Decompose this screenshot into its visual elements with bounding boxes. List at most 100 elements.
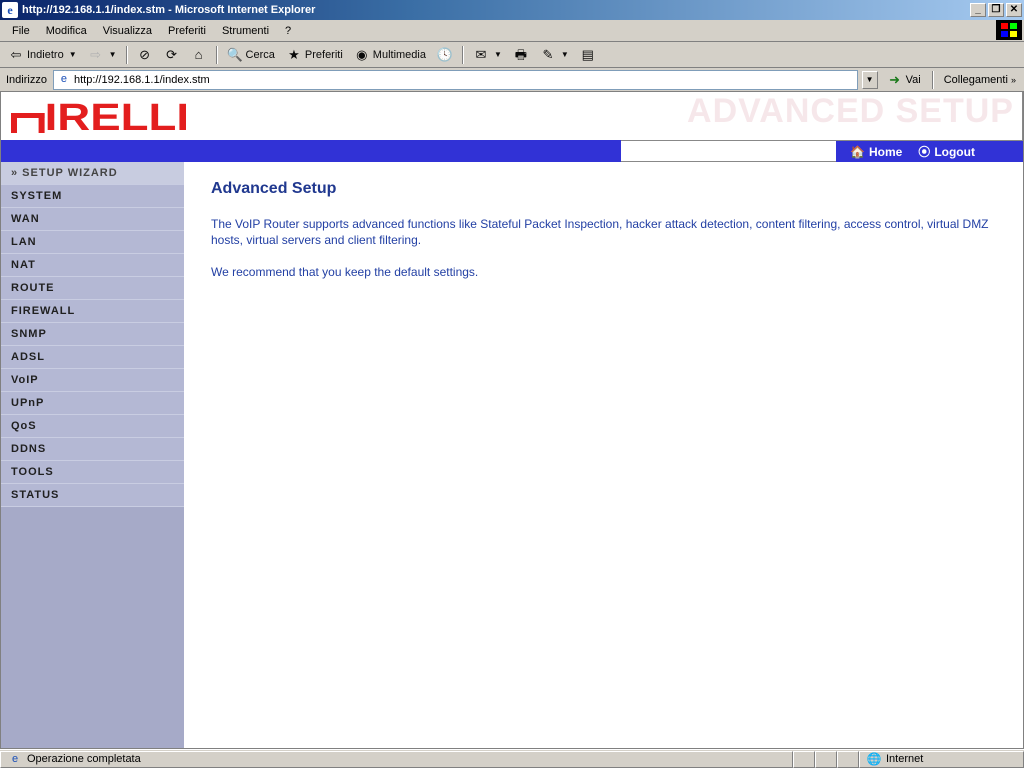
history-button[interactable]: 🕓	[433, 45, 457, 65]
sidebar-item-snmp[interactable]: SNMP	[1, 323, 184, 346]
status-bar: e Operazione completata 🌐 Internet	[0, 749, 1024, 768]
sidebar-item-setup-wizard[interactable]: » SETUP WIZARD	[1, 162, 184, 185]
sidebar-item-voip[interactable]: VoIP	[1, 369, 184, 392]
discuss-icon: ▤	[580, 47, 596, 63]
menu-file[interactable]: File	[4, 23, 38, 39]
page-icon: e	[56, 72, 72, 88]
content-row: » SETUP WIZARDSYSTEMWANLANNATROUTEFIREWA…	[1, 162, 1023, 748]
sidebar-item-tools[interactable]: TOOLS	[1, 461, 184, 484]
ie-app-icon: e	[2, 2, 18, 18]
nav-home[interactable]: 🏠 Home	[850, 145, 902, 159]
back-button[interactable]: ⇦ Indietro ▼	[4, 45, 81, 65]
standard-toolbar: ⇦ Indietro ▼ ⇨ ▼ ⊘ ⟳ ⌂ 🔍 Cerca ★ Preferi…	[0, 42, 1024, 68]
menu-view[interactable]: Visualizza	[95, 23, 160, 39]
status-main-pane: e Operazione completata	[0, 751, 793, 768]
home-icon: ⌂	[191, 47, 207, 63]
back-menu-arrow-icon[interactable]: ▼	[69, 50, 77, 59]
favorites-button[interactable]: ★ Preferiti	[282, 45, 347, 65]
brand-logo: IRELLI	[11, 97, 189, 140]
chevron-right-icon: »	[1011, 75, 1016, 85]
mail-icon: ✉	[473, 47, 489, 63]
sidebar-item-system[interactable]: SYSTEM	[1, 185, 184, 208]
status-zone-text: Internet	[886, 753, 923, 765]
brand-ghost-text: ADVANCED SETUP	[687, 92, 1014, 131]
favorites-label: Preferiti	[305, 49, 343, 61]
menu-edit[interactable]: Modifica	[38, 23, 95, 39]
links-button[interactable]: Collegamenti »	[940, 72, 1020, 88]
nav-logout[interactable]: ⦿ Logout	[918, 143, 975, 160]
address-dropdown[interactable]: ▼	[862, 71, 878, 89]
address-bar: Indirizzo e ▼ ➜ Vai Collegamenti »	[0, 68, 1024, 92]
discuss-button[interactable]: ▤	[576, 45, 600, 65]
nav-logout-label: Logout	[934, 145, 975, 159]
minimize-button[interactable]: _	[970, 3, 986, 17]
sidebar-item-qos[interactable]: QoS	[1, 415, 184, 438]
top-bar: 🏠 Home ⦿ Logout	[1, 140, 1023, 162]
menu-bar: File Modifica Visualizza Preferiti Strum…	[0, 20, 1024, 42]
sidebar-item-adsl[interactable]: ADSL	[1, 346, 184, 369]
stop-icon: ⊘	[137, 47, 153, 63]
page-heading: Advanced Setup	[211, 180, 997, 198]
edit-icon: ✎	[540, 47, 556, 63]
search-label: Cerca	[246, 49, 275, 61]
intro-text-2: We recommend that you keep the default s…	[211, 264, 997, 280]
top-bar-stripe	[1, 140, 621, 162]
media-icon: ◉	[354, 47, 370, 63]
forward-icon: ⇨	[88, 47, 104, 63]
history-icon: 🕓	[437, 47, 453, 63]
edit-button[interactable]: ✎ ▼	[536, 45, 573, 65]
top-bar-right: 🏠 Home ⦿ Logout	[836, 140, 1023, 162]
home-nav-icon: 🏠	[850, 145, 865, 159]
search-button[interactable]: 🔍 Cerca	[223, 45, 279, 65]
menu-favorites[interactable]: Preferiti	[160, 23, 214, 39]
toolbar-separator	[216, 46, 218, 64]
restore-button[interactable]: ❐	[988, 3, 1004, 17]
sidebar-item-route[interactable]: ROUTE	[1, 277, 184, 300]
sidebar-item-status[interactable]: STATUS	[1, 484, 184, 507]
refresh-button[interactable]: ⟳	[160, 45, 184, 65]
go-button[interactable]: ➜ Vai	[882, 70, 926, 90]
logout-icon: ⦿	[918, 143, 930, 160]
sidebar-item-wan[interactable]: WAN	[1, 208, 184, 231]
address-input[interactable]	[72, 74, 855, 86]
print-button[interactable]: 🖶	[509, 45, 533, 65]
sidebar-item-firewall[interactable]: FIREWALL	[1, 300, 184, 323]
sidebar-item-nat[interactable]: NAT	[1, 254, 184, 277]
status-done-icon: e	[7, 751, 23, 767]
sidebar-item-upnp[interactable]: UPnP	[1, 392, 184, 415]
links-label: Collegamenti	[944, 74, 1008, 86]
back-icon: ⇦	[8, 47, 24, 63]
forward-button[interactable]: ⇨ ▼	[84, 45, 121, 65]
favorites-icon: ★	[286, 47, 302, 63]
status-zone-pane: 🌐 Internet	[859, 751, 1024, 768]
top-bar-gap	[621, 140, 836, 162]
back-label: Indietro	[27, 49, 64, 61]
zone-internet-icon: 🌐	[866, 751, 882, 767]
nav-home-label: Home	[869, 145, 902, 159]
sidebar-item-lan[interactable]: LAN	[1, 231, 184, 254]
edit-menu-arrow-icon[interactable]: ▼	[561, 50, 569, 59]
close-button[interactable]: ✕	[1006, 3, 1022, 17]
menu-tools[interactable]: Strumenti	[214, 23, 277, 39]
toolbar-separator	[126, 46, 128, 64]
status-pane-2	[815, 751, 837, 768]
address-field-wrap[interactable]: e	[53, 70, 858, 90]
media-button[interactable]: ◉ Multimedia	[350, 45, 430, 65]
toolbar-separator	[932, 71, 934, 89]
main-panel: Advanced Setup The VoIP Router supports …	[185, 162, 1023, 748]
toolbar-separator	[462, 46, 464, 64]
mail-button[interactable]: ✉ ▼	[469, 45, 506, 65]
stop-button[interactable]: ⊘	[133, 45, 157, 65]
menu-help[interactable]: ?	[277, 23, 299, 39]
brand-header: IRELLI ADVANCED SETUP	[1, 92, 1023, 140]
mail-menu-arrow-icon[interactable]: ▼	[494, 50, 502, 59]
sidebar: » SETUP WIZARDSYSTEMWANLANNATROUTEFIREWA…	[1, 162, 185, 748]
refresh-icon: ⟳	[164, 47, 180, 63]
status-pane-3	[837, 751, 859, 768]
forward-menu-arrow-icon[interactable]: ▼	[109, 50, 117, 59]
search-icon: 🔍	[227, 47, 243, 63]
home-button[interactable]: ⌂	[187, 45, 211, 65]
status-text: Operazione completata	[27, 753, 141, 765]
sidebar-item-ddns[interactable]: DDNS	[1, 438, 184, 461]
page-content: IRELLI ADVANCED SETUP 🏠 Home ⦿ Logout » …	[0, 92, 1024, 749]
